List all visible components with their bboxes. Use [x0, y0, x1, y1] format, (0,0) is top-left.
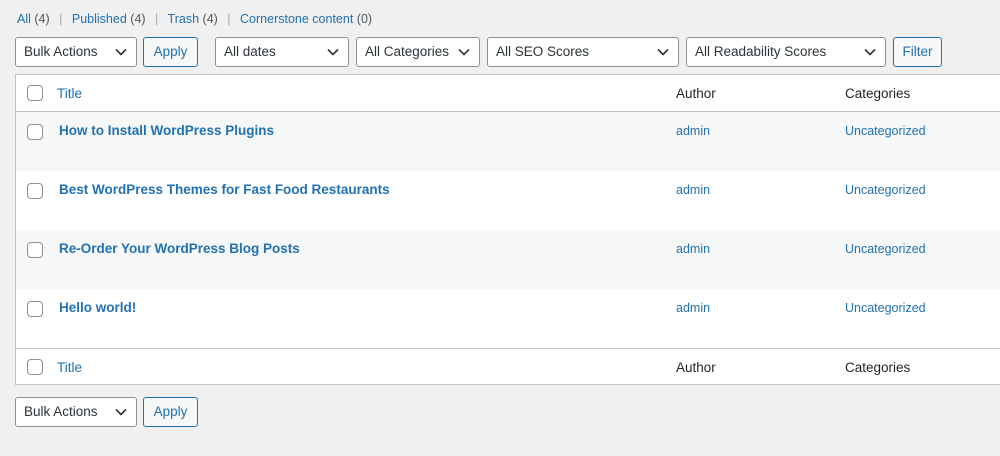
table-row: Best WordPress Themes for Fast Food Rest…: [16, 171, 1000, 230]
post-category-link[interactable]: Uncategorized: [845, 124, 926, 138]
post-author-link[interactable]: admin: [676, 124, 710, 138]
categories-select[interactable]: All Categories: [356, 37, 480, 67]
row-checkbox[interactable]: [27, 124, 43, 140]
chevron-down-icon: [864, 48, 876, 56]
table-row: How to Install WordPress Plugins admin U…: [16, 112, 1000, 171]
column-title-sort-link-footer[interactable]: Title: [57, 360, 82, 375]
table-row: Hello world! admin Uncategorized: [16, 289, 1000, 348]
post-title-link[interactable]: Re-Order Your WordPress Blog Posts: [59, 241, 300, 256]
table-row: Re-Order Your WordPress Blog Posts admin…: [16, 230, 1000, 289]
filter-button[interactable]: Filter: [893, 37, 942, 67]
categories-value: All Categories: [365, 44, 450, 59]
apply-button[interactable]: Apply: [143, 37, 198, 67]
dates-value: All dates: [224, 44, 276, 59]
post-title-link[interactable]: How to Install WordPress Plugins: [59, 123, 274, 138]
chevron-down-icon: [458, 48, 470, 56]
readability-scores-select[interactable]: All Readability Scores: [686, 37, 886, 67]
bulk-actions-value-bottom: Bulk Actions: [24, 404, 98, 419]
apply-button-bottom[interactable]: Apply: [143, 397, 198, 427]
chevron-down-icon: [115, 408, 127, 416]
column-categories-footer: Categories: [845, 360, 911, 375]
post-title-link[interactable]: Best WordPress Themes for Fast Food Rest…: [59, 182, 390, 197]
chevron-down-icon: [657, 48, 669, 56]
chevron-down-icon: [327, 48, 339, 56]
row-checkbox[interactable]: [27, 183, 43, 199]
post-category-link[interactable]: Uncategorized: [845, 242, 926, 256]
table-header: Title Author Categories: [16, 75, 1000, 112]
post-author-link[interactable]: admin: [676, 301, 710, 315]
post-author-link[interactable]: admin: [676, 183, 710, 197]
row-checkbox[interactable]: [27, 301, 43, 317]
table-footer: Title Author Categories: [16, 348, 1000, 385]
post-category-link[interactable]: Uncategorized: [845, 301, 926, 315]
filter-cornerstone-link[interactable]: Cornerstone content: [240, 12, 353, 26]
chevron-down-icon: [115, 48, 127, 56]
seo-scores-select[interactable]: All SEO Scores: [487, 37, 679, 67]
post-status-filters: All (4) | Published (4) | Trash (4) | Co…: [17, 12, 373, 26]
bulk-actions-select-bottom[interactable]: Bulk Actions: [15, 397, 137, 427]
bulk-actions-select[interactable]: Bulk Actions: [15, 37, 137, 67]
filter-trash-link[interactable]: Trash: [168, 12, 200, 26]
post-title-link[interactable]: Hello world!: [59, 300, 136, 315]
seo-scores-value: All SEO Scores: [496, 44, 590, 59]
posts-table: Title Author Categories How to Install W…: [15, 74, 1000, 385]
filter-published-count: (4): [130, 12, 146, 26]
column-author-header: Author: [676, 86, 716, 101]
row-checkbox[interactable]: [27, 242, 43, 258]
column-categories-header: Categories: [845, 86, 911, 101]
select-all-checkbox[interactable]: [27, 85, 43, 101]
column-title-sort-link[interactable]: Title: [57, 86, 82, 101]
filter-cornerstone-count: (0): [356, 12, 373, 26]
filter-all-link[interactable]: All: [17, 12, 31, 26]
post-author-link[interactable]: admin: [676, 242, 710, 256]
filter-trash-count: (4): [202, 12, 218, 26]
column-author-footer: Author: [676, 360, 716, 375]
dates-select[interactable]: All dates: [215, 37, 349, 67]
select-all-checkbox-footer[interactable]: [27, 359, 43, 375]
readability-scores-value: All Readability Scores: [695, 44, 827, 59]
post-category-link[interactable]: Uncategorized: [845, 183, 926, 197]
filter-all-count: (4): [34, 12, 50, 26]
bulk-actions-value: Bulk Actions: [24, 44, 98, 59]
filter-published-link[interactable]: Published: [72, 12, 127, 26]
